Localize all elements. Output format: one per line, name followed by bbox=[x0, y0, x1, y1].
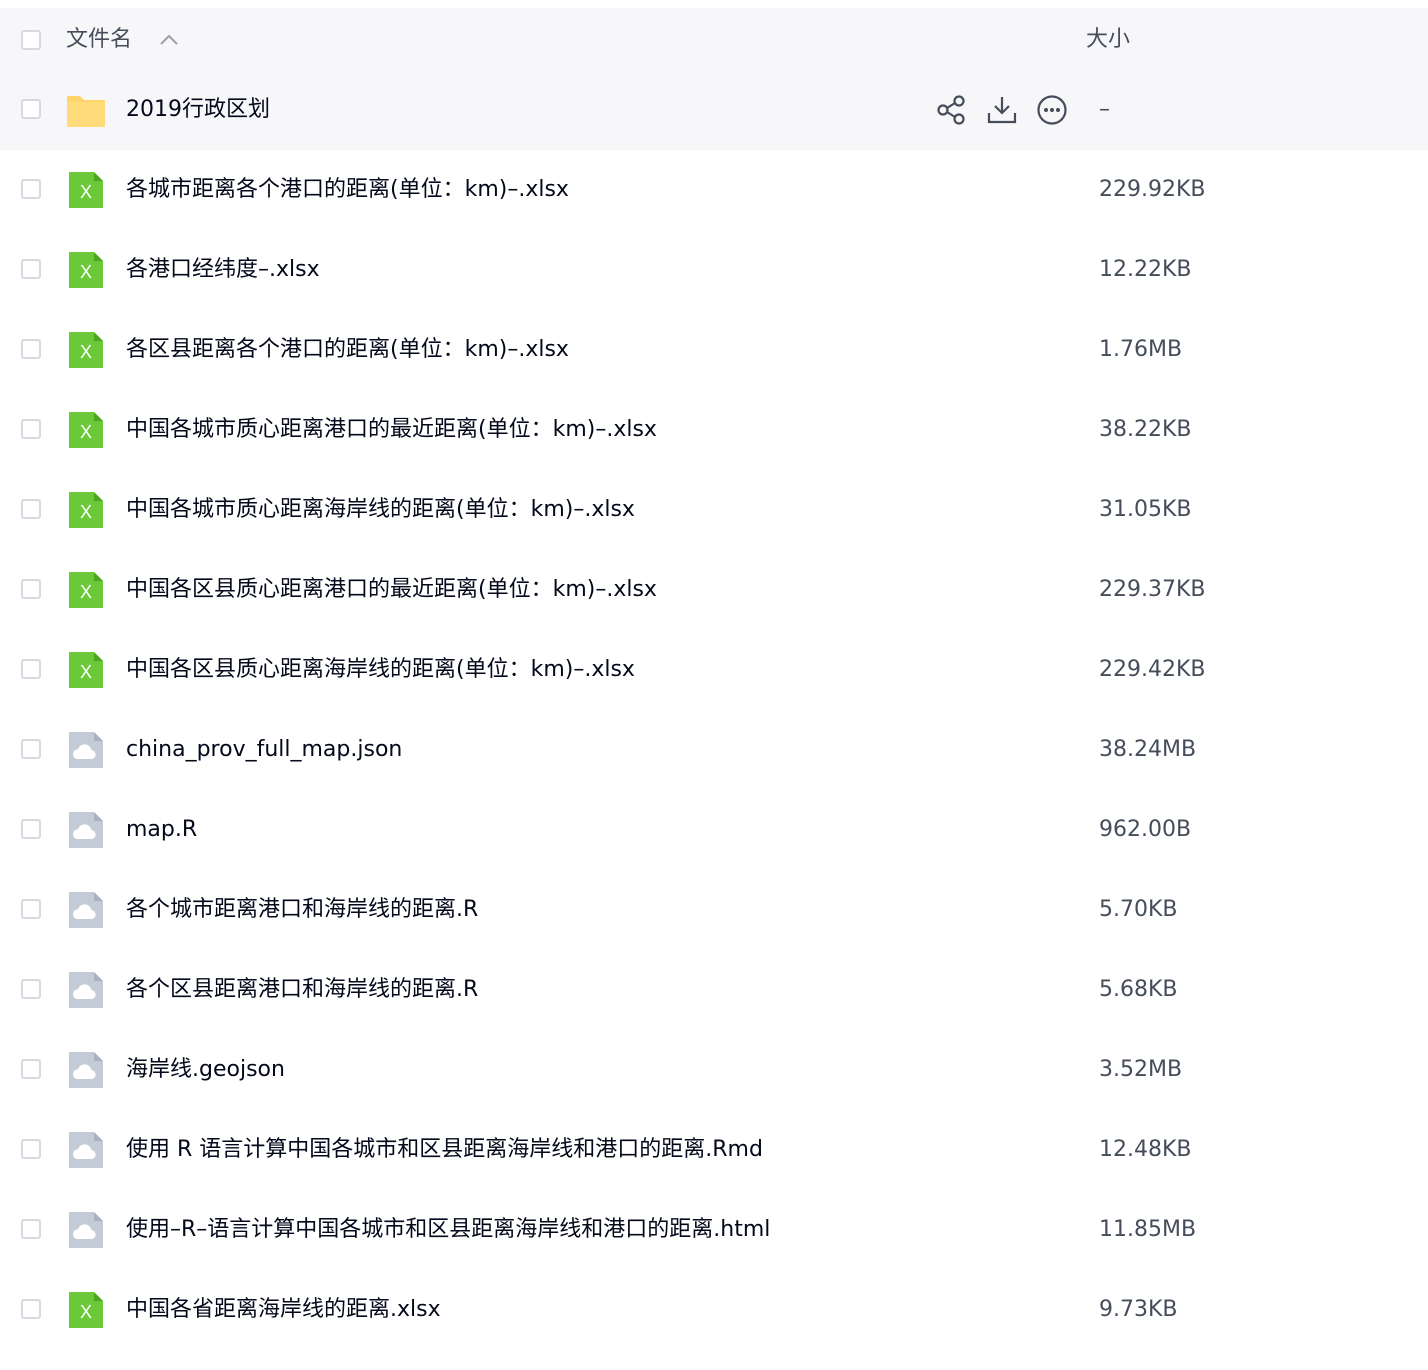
file-row[interactable]: 各个城市距离港口和海岸线的距离.R 5.70KB bbox=[0, 870, 1428, 950]
file-row[interactable]: 使用 R 语言计算中国各城市和区县距离海岸线和港口的距离.Rmd 12.48KB bbox=[0, 1110, 1428, 1190]
file-size: 1.76MB bbox=[1099, 337, 1183, 362]
excel-icon: X bbox=[66, 410, 106, 450]
excel-icon: X bbox=[66, 650, 106, 690]
file-row[interactable]: X 中国各区县质心距离海岸线的距离(单位：km)–.xlsx 229.42KB bbox=[0, 630, 1428, 710]
cloud-file-icon bbox=[66, 1050, 106, 1090]
more-icon[interactable] bbox=[1036, 94, 1068, 126]
excel-icon: X bbox=[66, 490, 106, 530]
file-row[interactable]: 使用–R–语言计算中国各城市和区县距离海岸线和港口的距离.html 11.85MB bbox=[0, 1190, 1428, 1270]
file-name[interactable]: 中国各城市质心距离港口的最近距离(单位：km)–.xlsx bbox=[126, 414, 657, 446]
svg-text:X: X bbox=[80, 262, 92, 282]
column-header-name[interactable]: 文件名 bbox=[66, 24, 132, 56]
file-name[interactable]: 中国各区县质心距离海岸线的距离(单位：km)–.xlsx bbox=[126, 654, 635, 686]
file-size: 11.85MB bbox=[1099, 1217, 1197, 1242]
file-size: 12.48KB bbox=[1099, 1137, 1192, 1162]
file-size: – bbox=[1099, 97, 1110, 122]
row-checkbox[interactable] bbox=[21, 179, 41, 199]
excel-icon: X bbox=[66, 330, 106, 370]
file-size: 5.68KB bbox=[1099, 977, 1178, 1002]
file-size: 3.52MB bbox=[1099, 1057, 1183, 1082]
file-name[interactable]: 各区县距离各个港口的距离(单位：km)–.xlsx bbox=[126, 334, 569, 366]
row-checkbox[interactable] bbox=[21, 899, 41, 919]
file-size: 12.22KB bbox=[1099, 257, 1192, 282]
file-name[interactable]: 各个城市距离港口和海岸线的距离.R bbox=[126, 894, 478, 926]
svg-text:X: X bbox=[80, 582, 92, 602]
file-name[interactable]: 各个区县距离港口和海岸线的距离.R bbox=[126, 974, 478, 1006]
cloud-file-icon bbox=[66, 890, 106, 930]
file-name[interactable]: 2019行政区划 bbox=[126, 94, 270, 126]
sort-ascending-icon[interactable] bbox=[158, 32, 180, 51]
file-size: 229.42KB bbox=[1099, 657, 1206, 682]
column-header-size[interactable]: 大小 bbox=[1086, 24, 1130, 56]
file-size: 229.37KB bbox=[1099, 577, 1206, 602]
file-size: 9.73KB bbox=[1099, 1297, 1178, 1322]
svg-text:X: X bbox=[80, 422, 92, 442]
row-checkbox[interactable] bbox=[21, 979, 41, 999]
file-name[interactable]: 中国各区县质心距离港口的最近距离(单位：km)–.xlsx bbox=[126, 574, 657, 606]
file-row[interactable]: 各个区县距离港口和海岸线的距离.R 5.68KB bbox=[0, 950, 1428, 1030]
file-row[interactable]: X 各城市距离各个港口的距离(单位：km)–.xlsx 229.92KB bbox=[0, 150, 1428, 230]
row-checkbox[interactable] bbox=[21, 339, 41, 359]
select-all-checkbox[interactable] bbox=[21, 30, 41, 50]
file-row[interactable]: 海岸线.geojson 3.52MB bbox=[0, 1030, 1428, 1110]
file-name[interactable]: 中国各省距离海岸线的距离.xlsx bbox=[126, 1294, 441, 1326]
excel-icon: X bbox=[66, 570, 106, 610]
row-checkbox[interactable] bbox=[21, 659, 41, 679]
excel-icon: X bbox=[66, 1290, 106, 1330]
file-row[interactable]: X 中国各区县质心距离港口的最近距离(单位：km)–.xlsx 229.37KB bbox=[0, 550, 1428, 630]
cloud-file-icon bbox=[66, 730, 106, 770]
file-name[interactable]: 各港口经纬度–.xlsx bbox=[126, 254, 320, 286]
excel-icon: X bbox=[66, 170, 106, 210]
file-size: 38.22KB bbox=[1099, 417, 1192, 442]
folder-icon bbox=[66, 90, 106, 130]
file-size: 5.70KB bbox=[1099, 897, 1178, 922]
file-name[interactable]: 各城市距离各个港口的距离(单位：km)–.xlsx bbox=[126, 174, 569, 206]
file-size: 229.92KB bbox=[1099, 177, 1206, 202]
svg-text:X: X bbox=[80, 662, 92, 682]
cloud-file-icon bbox=[66, 810, 106, 850]
row-checkbox[interactable] bbox=[21, 1299, 41, 1319]
file-row[interactable]: map.R 962.00B bbox=[0, 790, 1428, 870]
file-row[interactable]: X 各港口经纬度–.xlsx 12.22KB bbox=[0, 230, 1428, 310]
file-name[interactable]: 使用 R 语言计算中国各城市和区县距离海岸线和港口的距离.Rmd bbox=[126, 1134, 763, 1166]
row-checkbox[interactable] bbox=[21, 1219, 41, 1239]
cloud-file-icon bbox=[66, 1130, 106, 1170]
file-name[interactable]: 使用–R–语言计算中国各城市和区县距离海岸线和港口的距离.html bbox=[126, 1214, 770, 1246]
share-icon[interactable] bbox=[935, 94, 967, 126]
file-list-header: 文件名 大小 bbox=[0, 8, 1428, 72]
row-checkbox[interactable] bbox=[21, 579, 41, 599]
row-checkbox[interactable] bbox=[21, 419, 41, 439]
excel-icon: X bbox=[66, 250, 106, 290]
file-name[interactable]: 中国各城市质心距离海岸线的距离(单位：km)–.xlsx bbox=[126, 494, 635, 526]
file-row[interactable]: X 各区县距离各个港口的距离(单位：km)–.xlsx 1.76MB bbox=[0, 310, 1428, 390]
file-row[interactable]: X 中国各城市质心距离海岸线的距离(单位：km)–.xlsx 31.05KB bbox=[0, 470, 1428, 550]
row-checkbox[interactable] bbox=[21, 1059, 41, 1079]
cloud-file-icon bbox=[66, 970, 106, 1010]
row-checkbox[interactable] bbox=[21, 259, 41, 279]
row-checkbox[interactable] bbox=[21, 99, 41, 119]
row-checkbox[interactable] bbox=[21, 499, 41, 519]
row-actions bbox=[933, 90, 1073, 130]
row-checkbox[interactable] bbox=[21, 739, 41, 759]
svg-text:X: X bbox=[80, 502, 92, 522]
svg-text:X: X bbox=[80, 342, 92, 362]
file-name[interactable]: map.R bbox=[126, 814, 197, 846]
file-row[interactable]: X 中国各城市质心距离港口的最近距离(单位：km)–.xlsx 38.22KB bbox=[0, 390, 1428, 470]
file-size: 962.00B bbox=[1099, 817, 1192, 842]
file-size: 38.24MB bbox=[1099, 737, 1197, 762]
folder-row[interactable]: 2019行政区划 – bbox=[0, 70, 1428, 150]
row-checkbox[interactable] bbox=[21, 1139, 41, 1159]
file-size: 31.05KB bbox=[1099, 497, 1192, 522]
file-row[interactable]: china_prov_full_map.json 38.24MB bbox=[0, 710, 1428, 790]
cloud-file-icon bbox=[66, 1210, 106, 1250]
file-name[interactable]: 海岸线.geojson bbox=[126, 1054, 285, 1086]
file-name[interactable]: china_prov_full_map.json bbox=[126, 734, 402, 766]
file-row[interactable]: X 中国各省距离海岸线的距离.xlsx 9.73KB bbox=[0, 1270, 1428, 1350]
download-icon[interactable] bbox=[986, 94, 1018, 126]
svg-text:X: X bbox=[80, 1302, 92, 1322]
svg-text:X: X bbox=[80, 182, 92, 202]
row-checkbox[interactable] bbox=[21, 819, 41, 839]
